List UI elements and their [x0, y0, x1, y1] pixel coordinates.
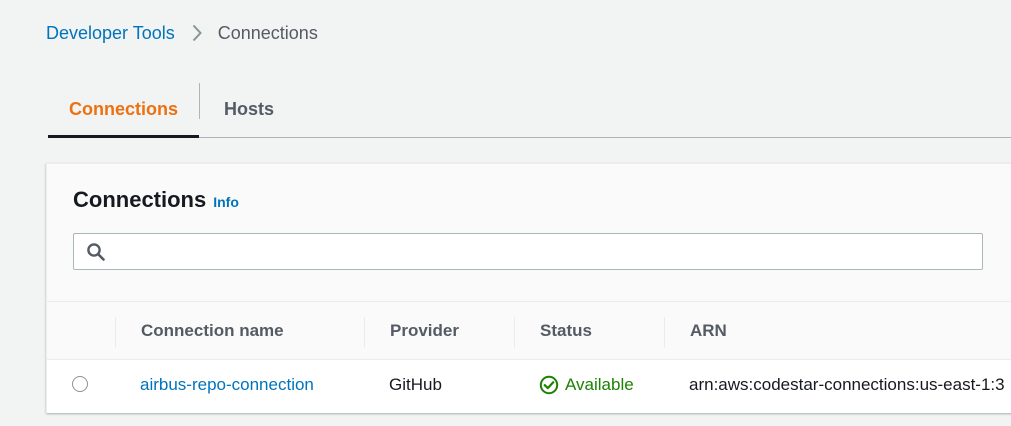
panel-title-text: Connections — [73, 187, 207, 212]
column-separator — [664, 317, 665, 348]
connections-panel: Connections Info Connection name Provide… — [46, 163, 1011, 413]
panel-header: Connections Info — [47, 164, 1011, 302]
provider-value: GitHub — [389, 375, 442, 394]
column-header-status[interactable]: Status — [540, 302, 592, 360]
table-header: Connection name Provider Status ARN — [47, 302, 1011, 360]
breadcrumb-developer-tools[interactable]: Developer Tools — [46, 23, 175, 44]
tab-connections[interactable]: Connections — [48, 82, 199, 138]
table-row: airbus-repo-connection GitHub Available … — [47, 361, 1011, 413]
tab-hosts[interactable]: Hosts — [200, 82, 298, 137]
chevron-right-icon — [192, 24, 202, 42]
tab-bar: Connections Hosts — [48, 82, 1011, 138]
search-box[interactable] — [73, 233, 983, 270]
arn-value: arn:aws:codestar-connections:us-east-1:3 — [689, 375, 1005, 394]
search-input[interactable] — [106, 234, 982, 269]
column-separator — [364, 317, 365, 348]
column-header-connection-name[interactable]: Connection name — [141, 302, 284, 360]
column-separator — [115, 317, 116, 348]
status-value: Available — [565, 375, 634, 394]
page: Developer Tools Connections Connections … — [0, 0, 1011, 426]
search-icon — [86, 242, 106, 262]
status-cell: Available — [539, 361, 634, 409]
breadcrumb-current: Connections — [217, 22, 318, 43]
column-header-arn[interactable]: ARN — [690, 302, 727, 360]
column-separator — [514, 317, 515, 348]
column-header-provider[interactable]: Provider — [390, 302, 459, 360]
breadcrumb: Developer Tools Connections — [46, 22, 318, 44]
panel-title: Connections Info — [73, 187, 239, 213]
check-circle-icon — [539, 375, 559, 395]
info-link[interactable]: Info — [213, 194, 239, 210]
row-select-radio[interactable] — [72, 376, 88, 392]
connection-name-link[interactable]: airbus-repo-connection — [140, 375, 314, 395]
